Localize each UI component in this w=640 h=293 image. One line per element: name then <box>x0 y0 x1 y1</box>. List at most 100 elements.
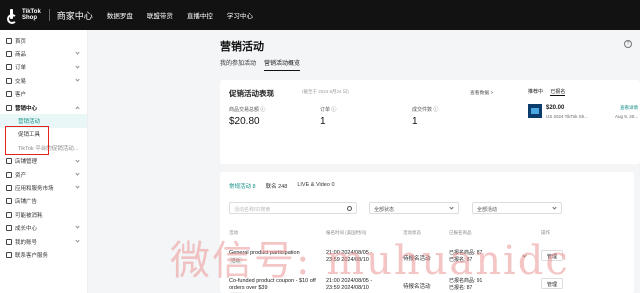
watermark-text: 微信号: muhuanidc <box>170 238 570 284</box>
chevron-down-icon <box>75 64 80 69</box>
grid-icon <box>6 184 12 191</box>
nav-affiliate[interactable]: 联盟带货 <box>147 10 173 20</box>
tab-registered[interactable]: 已报名 <box>550 89 566 96</box>
status-filter[interactable]: 全部状态 <box>369 202 459 214</box>
user-icon <box>6 238 12 245</box>
campaign-date: Aug 9, 20... <box>614 114 638 119</box>
sidebar-item-label: 资产 <box>15 172 27 179</box>
campaign-desc: US 2024 TikTok Sh... <box>546 114 589 119</box>
tiktok-shop-logo[interactable]: TikTok Shop <box>6 8 41 24</box>
sidebar-item-consumption[interactable]: 可能被消耗 <box>0 208 87 221</box>
chevron-down-icon <box>75 50 80 56</box>
sidebar-item-label: 联系客户服务 <box>15 252 49 259</box>
search-input[interactable]: 活动名称/ID搜索 <box>229 202 357 214</box>
customer-icon <box>6 91 12 98</box>
sidebar-item-label: 营销中心 <box>15 105 38 112</box>
sidebar-item-label: 商品 <box>15 52 27 59</box>
tiktok-logo-icon <box>6 8 20 24</box>
sidebar-item-label: 首页 <box>15 38 27 45</box>
campaign-filter-value: 全部活动 <box>477 207 498 213</box>
chevron-down-icon <box>75 157 80 163</box>
growth-icon <box>6 225 12 232</box>
recommended-card: 推荐中 已报名 $20.00 US 2024 TikTok Sh... 查看详情… <box>522 80 640 164</box>
search-icon[interactable] <box>347 206 352 211</box>
sidebar-item-label: 可能被消耗 <box>15 212 43 219</box>
ads-icon <box>6 198 12 205</box>
top-nav: 数据罗盘 联盟带货 直播中控 学习中心 <box>107 10 267 20</box>
chevron-down-icon <box>552 205 557 210</box>
sidebar-item-account[interactable]: 我的账号 <box>0 235 87 248</box>
recommended-tabs: 推荐中 已报名 <box>528 88 571 96</box>
chevron-down-icon <box>75 224 80 230</box>
sidebar: 首页 商品 订单 交易 客户 营销中心 营销活动 促销工具 TikTok 平台的… <box>0 30 88 293</box>
tab-campaign-overview[interactable]: 营销活动概览 <box>264 58 301 71</box>
sidebar-item-label: 成长中心 <box>15 226 38 233</box>
sidebar-item-support[interactable]: 联系客户服务 <box>0 248 87 261</box>
chevron-down-icon <box>75 238 80 243</box>
sidebar-item-transactions[interactable]: 交易 <box>0 74 87 87</box>
help-icon[interactable]: ? <box>624 40 632 48</box>
logo-text: TikTok Shop <box>22 9 41 21</box>
sidebar-item-ads[interactable]: 店铺广告 <box>0 195 87 208</box>
headset-icon <box>6 251 12 258</box>
sidebar-item-home[interactable]: 首页 <box>0 34 87 47</box>
nav-data-compass[interactable]: 数据罗盘 <box>107 10 133 20</box>
sidebar-item-label: 店铺广告 <box>15 199 38 206</box>
wallet-icon <box>6 171 12 178</box>
metric-label: 商品交易总额 ⓘ <box>229 107 266 113</box>
tab-live-video[interactable]: LIVE & Video 0 <box>297 182 334 190</box>
sidebar-item-orders[interactable]: 订单 <box>0 61 87 74</box>
sidebar-item-customers[interactable]: 客户 <box>0 88 87 101</box>
search-placeholder: 活动名称/ID搜索 <box>234 207 271 213</box>
sidebar-item-app-market[interactable]: 应用和服务市场 <box>0 181 87 194</box>
metric-value: 1 <box>412 116 418 127</box>
chevron-down-icon <box>449 205 454 210</box>
campaign-thumbnail <box>528 104 542 118</box>
tab-regular[interactable]: 常规活动 8 <box>229 182 256 190</box>
page-tabs: 我的参加活动 营销活动概览 <box>220 58 308 71</box>
megaphone-icon <box>6 104 12 111</box>
metric-value: $20.80 <box>229 116 260 127</box>
box-icon <box>6 51 12 58</box>
nav-live[interactable]: 直播中控 <box>187 10 213 20</box>
highlight-box <box>5 126 49 155</box>
view-details-link[interactable]: 查看详情 <box>620 105 638 111</box>
top-bar: TikTok Shop 商家中心 数据罗盘 联盟带货 直播中控 学习中心 <box>0 0 640 30</box>
chevron-down-icon <box>75 77 80 82</box>
metric-label: 订单 ⓘ <box>320 107 337 113</box>
performance-title: 促销活动表现 <box>229 89 274 98</box>
chevron-up-icon <box>75 106 80 111</box>
sidebar-item-label: 交易 <box>15 78 27 85</box>
metric-value: 1 <box>320 116 326 127</box>
tab-my-campaigns[interactable]: 我的参加活动 <box>220 58 256 71</box>
sidebar-item-label: 店铺管理 <box>15 159 38 166</box>
order-icon <box>6 64 12 71</box>
sidebar-item-growth[interactable]: 成长中心 <box>0 221 87 234</box>
nav-learning[interactable]: 学习中心 <box>227 10 253 20</box>
metric-orders: 订单 ⓘ 1 <box>320 106 336 127</box>
store-icon <box>6 158 12 165</box>
sidebar-item-store-management[interactable]: 店铺管理 <box>0 155 87 168</box>
chevron-down-icon <box>75 184 80 189</box>
metric-units: 成交件数 ⓘ 1 <box>412 106 438 127</box>
transaction-icon <box>6 77 12 84</box>
sidebar-item-assets[interactable]: 资产 <box>0 168 87 181</box>
sidebar-item-label: 应用和服务市场 <box>15 185 54 192</box>
campaign-price: $20.00 <box>546 105 565 111</box>
coin-icon <box>6 211 12 218</box>
campaign-filter[interactable]: 全部活动 <box>472 202 562 214</box>
metric-label: 成交件数 ⓘ <box>412 107 439 113</box>
sidebar-item-label: 我的账号 <box>15 239 38 246</box>
sidebar-item-marketing[interactable]: 营销中心 <box>0 101 87 114</box>
sidebar-item-products[interactable]: 商品 <box>0 47 87 60</box>
sidebar-item-label: 订单 <box>15 65 27 72</box>
view-data-link[interactable]: 查看数据 > <box>470 89 493 96</box>
list-tabs: 常规活动 8 联名 248 LIVE & Video 0 <box>229 182 345 190</box>
tab-recommended[interactable]: 推荐中 <box>528 89 543 95</box>
chevron-down-icon <box>75 171 80 176</box>
sidebar-item-label: 营销活动 <box>18 119 41 126</box>
page-title: 营销活动 <box>220 41 264 53</box>
brand-title: 商家中心 <box>56 10 93 21</box>
tab-cobrand[interactable]: 联名 248 <box>266 182 288 190</box>
divider <box>48 9 50 21</box>
